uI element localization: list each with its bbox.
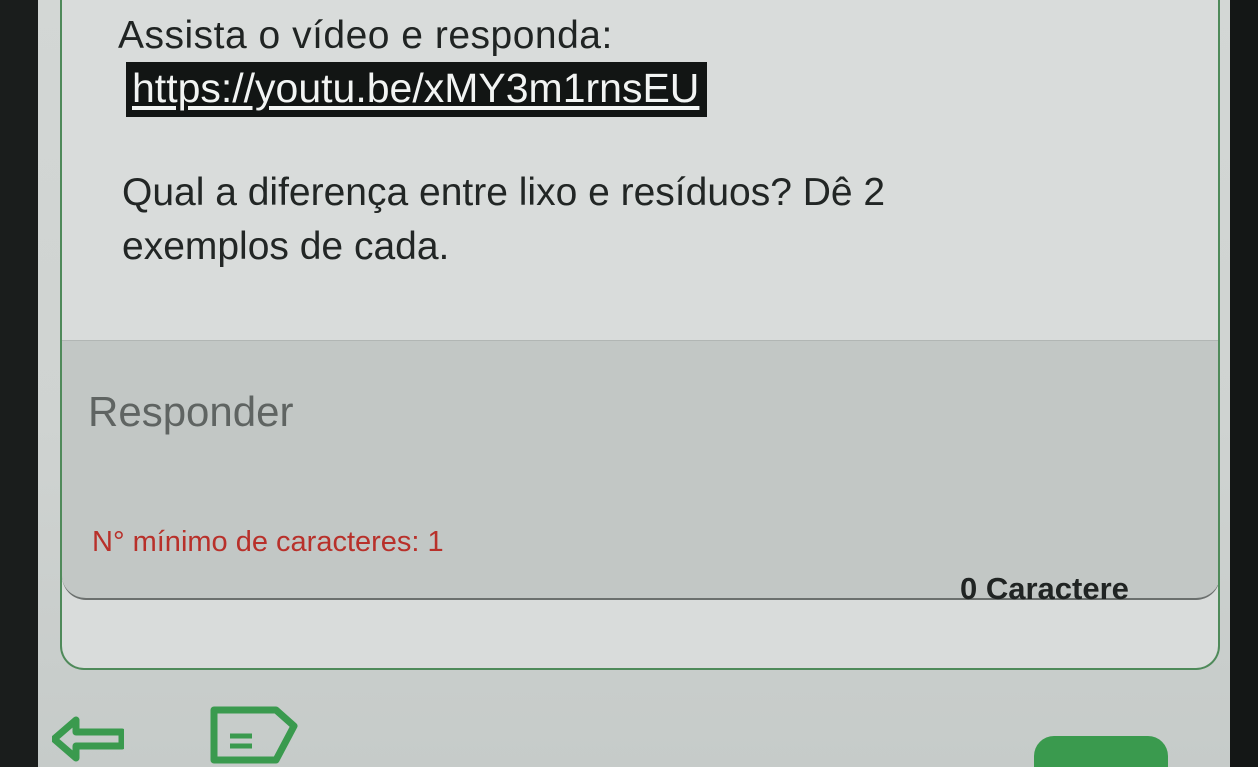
char-count: 0 Caractere: [960, 571, 1129, 606]
answer-box: N° mínimo de caracteres: 1 0 Caractere: [62, 340, 1218, 606]
submit-button[interactable]: [1034, 736, 1168, 767]
min-chars-label: N° mínimo de caracteres: 1: [92, 526, 444, 558]
question-card: Assista o vídeo e responda: https://yout…: [60, 0, 1220, 670]
back-arrow-icon[interactable]: [50, 706, 126, 762]
answer-input[interactable]: [86, 371, 1150, 453]
question-text: Qual a diferença entre lixo e resíduos? …: [122, 171, 886, 268]
app-screen: Assista o vídeo e responda: https://yout…: [38, 0, 1230, 767]
question-intro: Assista o vídeo e responda:: [118, 14, 613, 57]
video-link[interactable]: https://youtu.be/xMY3m1rnsEU: [126, 62, 708, 117]
bottom-nav: [38, 680, 1230, 767]
device-bezel: [1230, 0, 1258, 767]
document-icon[interactable]: [206, 702, 298, 767]
